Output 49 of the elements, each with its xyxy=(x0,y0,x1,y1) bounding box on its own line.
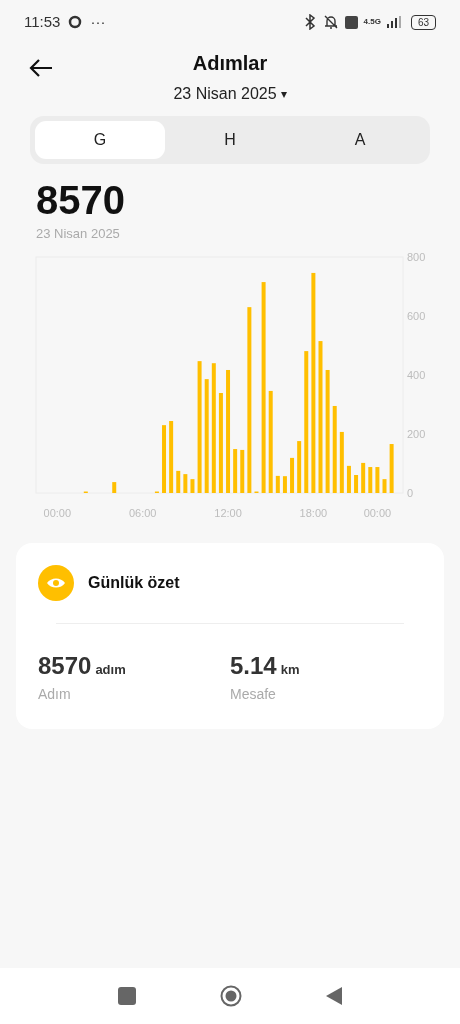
bar xyxy=(297,440,302,493)
bar xyxy=(183,473,188,493)
bar xyxy=(275,475,280,493)
stat-value: 5.14 xyxy=(230,650,277,681)
bar xyxy=(346,465,351,493)
bar xyxy=(176,470,181,493)
y-axis-label: 400 xyxy=(407,368,426,381)
stat-value: 8570 xyxy=(38,650,92,681)
battery-indicator: 63 xyxy=(410,14,436,30)
x-axis-label: 18:00 xyxy=(299,506,328,519)
summary-date: 23 Nisan 2025 xyxy=(36,225,121,243)
bar xyxy=(361,462,366,493)
period-tab[interactable]: G xyxy=(35,121,165,159)
bar xyxy=(240,449,245,493)
eye-icon xyxy=(38,564,74,601)
stat-unit: km xyxy=(280,660,300,679)
bar xyxy=(354,474,359,493)
stat-label: Adım xyxy=(38,684,72,704)
bar xyxy=(382,478,387,493)
bar xyxy=(190,478,195,493)
bar xyxy=(162,424,166,493)
network-label: 4.5G xyxy=(363,18,381,26)
bar xyxy=(290,457,295,493)
home-icon[interactable] xyxy=(220,985,242,1007)
bar xyxy=(282,475,287,493)
bar xyxy=(233,448,238,493)
bar xyxy=(339,431,344,493)
card-title: Günlük özet xyxy=(88,572,180,593)
period-tab[interactable]: A xyxy=(295,121,425,159)
ring-icon xyxy=(68,15,83,29)
back-button[interactable] xyxy=(28,58,54,78)
step-total: 8570 xyxy=(36,177,126,224)
stat-label: Mesafe xyxy=(230,684,277,704)
bar xyxy=(389,443,394,493)
signal-icon xyxy=(386,16,401,28)
bar xyxy=(368,466,373,493)
y-axis-label: 800 xyxy=(407,250,426,263)
back-icon[interactable] xyxy=(326,987,342,1005)
more-indicator: ··· xyxy=(90,11,106,32)
muted-bell-icon xyxy=(322,14,339,30)
bar xyxy=(375,466,380,493)
bluetooth-icon xyxy=(302,14,317,30)
page-title: Adımlar xyxy=(192,51,268,76)
status-time: 11:53 xyxy=(24,11,61,32)
x-axis-label: 12:00 xyxy=(214,506,242,519)
period-tab[interactable]: H xyxy=(165,121,295,159)
date-picker[interactable]: 23 Nisan 2025 ▾ xyxy=(173,82,287,106)
stat-unit: adım xyxy=(95,660,126,679)
bar xyxy=(112,481,117,493)
